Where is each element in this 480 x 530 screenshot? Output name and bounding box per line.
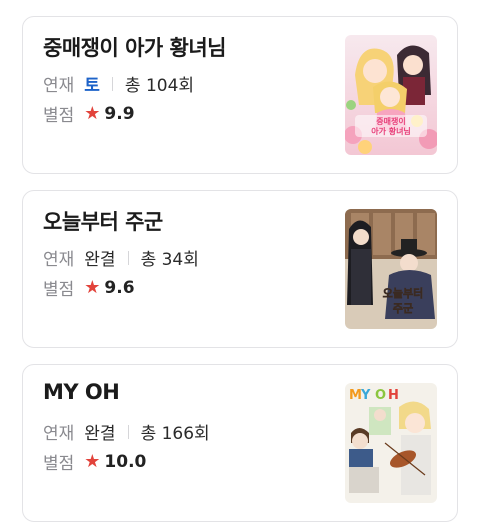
episode-count: 총 34회 bbox=[140, 250, 199, 270]
svg-text:주군: 주군 bbox=[393, 302, 413, 315]
svg-text:O: O bbox=[375, 388, 386, 403]
rating-label: 별점 bbox=[43, 106, 75, 126]
webtoon-title: 오늘부터 주군 bbox=[43, 210, 163, 234]
svg-text:오늘부터: 오늘부터 bbox=[383, 286, 423, 300]
rating-value: 9.6 bbox=[104, 277, 135, 298]
rating-row: 별점 ★ 9.9 bbox=[43, 101, 135, 127]
svg-text:Y: Y bbox=[360, 388, 371, 403]
cover-thumbnail[interactable]: M Y O H bbox=[345, 383, 437, 503]
webtoon-card[interactable]: MY OH 연재 완결 총 166회 별점 ★ 10.0 M Y O H bbox=[22, 364, 458, 522]
rating-row: 별점 ★ 10.0 bbox=[43, 449, 147, 475]
serial-label: 연재 bbox=[43, 250, 75, 270]
divider bbox=[111, 76, 113, 91]
webtoon-card[interactable]: 오늘부터 주군 연재 완결 총 34회 별점 ★ 9.6 오늘부터 주군 bbox=[22, 190, 458, 348]
schedule-value: 완결 bbox=[84, 424, 116, 444]
divider bbox=[127, 424, 129, 439]
serial-row: 연재 완결 총 34회 bbox=[43, 245, 199, 270]
episode-count: 총 104회 bbox=[124, 76, 195, 96]
star-icon: ★ bbox=[84, 276, 101, 298]
svg-text:아가 황녀님: 아가 황녀님 bbox=[371, 126, 411, 136]
webtoon-list: 중매쟁이 아가 황녀님 연재 토 총 104회 별점 ★ 9.9 중매쟁이 아가… bbox=[0, 0, 480, 530]
svg-text:M: M bbox=[349, 388, 362, 403]
cover-illustration: 오늘부터 주군 bbox=[345, 209, 437, 329]
cover-thumbnail[interactable]: 오늘부터 주군 bbox=[345, 209, 437, 329]
serial-label: 연재 bbox=[43, 424, 75, 444]
star-icon: ★ bbox=[84, 102, 101, 124]
episode-count: 총 166회 bbox=[140, 424, 210, 444]
webtoon-title: MY OH bbox=[43, 380, 120, 404]
schedule-value: 토 bbox=[84, 76, 100, 96]
rating-value: 9.9 bbox=[104, 103, 135, 124]
rating-row: 별점 ★ 9.6 bbox=[43, 275, 135, 301]
cover-thumbnail[interactable]: 중매쟁이 아가 황녀님 bbox=[345, 35, 437, 155]
divider bbox=[127, 250, 129, 265]
cover-illustration: 중매쟁이 아가 황녀님 bbox=[345, 35, 437, 155]
cover-illustration: M Y O H bbox=[345, 383, 437, 503]
serial-row: 연재 토 총 104회 bbox=[43, 71, 194, 96]
webtoon-title: 중매쟁이 아가 황녀님 bbox=[43, 36, 227, 60]
rating-label: 별점 bbox=[43, 280, 75, 300]
svg-text:중매쟁이: 중매쟁이 bbox=[376, 116, 405, 126]
rating-value: 10.0 bbox=[104, 451, 147, 472]
schedule-value: 완결 bbox=[84, 250, 116, 270]
serial-label: 연재 bbox=[43, 76, 75, 96]
serial-row: 연재 완결 총 166회 bbox=[43, 419, 210, 444]
webtoon-card[interactable]: 중매쟁이 아가 황녀님 연재 토 총 104회 별점 ★ 9.9 중매쟁이 아가… bbox=[22, 16, 458, 174]
rating-label: 별점 bbox=[43, 454, 75, 474]
star-icon: ★ bbox=[84, 450, 101, 472]
svg-text:H: H bbox=[388, 388, 399, 403]
